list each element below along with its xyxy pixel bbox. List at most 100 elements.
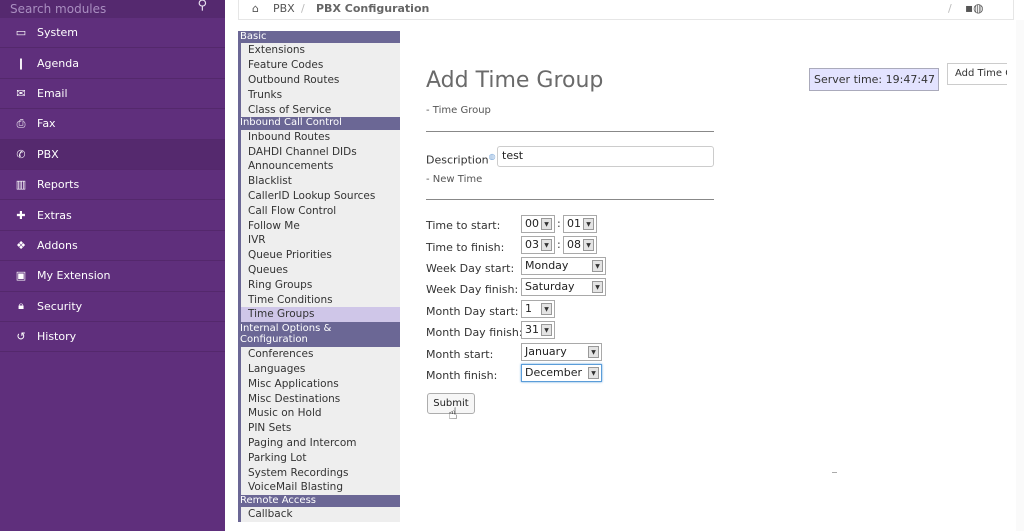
search-input[interactable]: Search modules — [10, 2, 106, 16]
submenu-item-trunks[interactable]: Trunks — [238, 87, 400, 103]
submenu-item-outbound-routes[interactable]: Outbound Routes — [238, 72, 400, 88]
weekday-finish-label: Week Day finish: — [426, 283, 519, 296]
nav-item-history[interactable]: ↺ History — [0, 321, 225, 353]
help-icon[interactable]: ◍ — [489, 152, 496, 161]
time-colon: : — [557, 238, 561, 251]
weekday-finish-value: Saturday — [525, 280, 575, 293]
main-sidebar: Search modules ⚲ ▭ System ❙ Agenda ✉ Email ⎙ Fa… — [0, 0, 225, 531]
weekday-start-label: Week Day start: — [426, 262, 515, 275]
page-title: Add Time Group — [426, 68, 604, 93]
chevron-down-icon: ▼ — [541, 303, 552, 315]
monthday-start-select[interactable]: 1 ▼ — [521, 300, 555, 318]
submenu-item-dahdi-channel-dids[interactable]: DAHDI Channel DIDs — [238, 144, 400, 160]
plus-icon: ✚ — [16, 208, 26, 222]
time-finish-hour-value: 03 — [525, 238, 539, 251]
nav-item-extras[interactable]: ✚ Extras — [0, 200, 225, 231]
submenu-item-languages[interactable]: Languages — [238, 361, 400, 377]
description-label: Description◍ — [426, 152, 496, 167]
nav-item-label: Fax — [37, 117, 56, 131]
nav-item-label: Security — [37, 299, 83, 313]
submenu-item-pin-sets[interactable]: PIN Sets — [238, 421, 400, 436]
nav-item-reports[interactable]: ▥ Reports — [0, 169, 225, 201]
submenu-item-feature-codes[interactable]: Feature Codes — [238, 58, 400, 73]
nav-item-pbx[interactable]: ✆ PBX — [0, 139, 225, 170]
submenu-item-callerid-lookup-sources[interactable]: CallerID Lookup Sources — [238, 188, 400, 204]
submenu-item-voicemail-blasting[interactable]: VoiceMail Blasting — [238, 480, 400, 496]
description-input[interactable]: test — [497, 146, 714, 167]
month-finish-select[interactable]: December ▼ — [521, 364, 602, 382]
chevron-down-icon: ▼ — [592, 260, 603, 272]
submenu-item-inbound-routes[interactable]: Inbound Routes — [238, 129, 400, 145]
time-start-hour-select[interactable]: 00 ▼ — [521, 215, 555, 233]
submenu-item-ivr[interactable]: IVR — [238, 233, 400, 249]
chevron-down-icon: ▼ — [583, 239, 594, 251]
module-submenu: Basic Extensions Feature Codes Outbound Rou… — [238, 31, 400, 523]
time-finish-hour-select[interactable]: 03 ▼ — [521, 236, 555, 254]
submenu-item-parking-lot[interactable]: Parking Lot — [238, 450, 400, 466]
laptop-icon: ▭ — [15, 26, 27, 40]
search-icon[interactable]: ⚲ — [197, 0, 207, 13]
submenu-item-queue-priorities[interactable]: Queue Priorities — [238, 248, 400, 263]
submenu-item-system-recordings[interactable]: System Recordings — [238, 465, 400, 481]
monthday-finish-label: Month Day finish: — [426, 326, 523, 339]
monthday-finish-value: 31 — [525, 323, 539, 336]
submenu-category: Remote Access — [238, 495, 400, 508]
submenu-item-ring-groups[interactable]: Ring Groups — [238, 277, 400, 293]
submenu-item-follow-me[interactable]: Follow Me — [238, 218, 400, 234]
submenu-category: Inbound Call Control — [238, 117, 400, 130]
nav-item-label: PBX — [37, 147, 59, 161]
monthday-start-value: 1 — [525, 302, 532, 315]
search-modules-field[interactable]: Search modules ⚲ — [0, 0, 225, 18]
month-start-select[interactable]: January ▼ — [521, 343, 602, 361]
nav-item-label: System — [37, 26, 79, 40]
chevron-down-icon: ▼ — [588, 367, 599, 379]
nav-item-fax[interactable]: ⎙ Fax — [0, 109, 225, 140]
chevron-down-icon: ▼ — [541, 239, 552, 251]
nav-item-my-extension[interactable]: ▣ My Extension — [0, 261, 225, 292]
time-finish-minute-select[interactable]: 08 ▼ — [563, 236, 597, 254]
submenu-item-callback[interactable]: Callback — [238, 507, 400, 523]
nav-item-label: Agenda — [37, 56, 79, 70]
submenu-item-paging-and-intercom[interactable]: Paging and Intercom — [238, 435, 400, 451]
submenu-category: Internal Options & Configuration — [238, 322, 400, 348]
add-time-group-tab[interactable]: Add Time Group — [947, 63, 1007, 85]
submenu-item-misc-applications[interactable]: Misc Applications — [238, 376, 400, 392]
nav-item-system[interactable]: ▭ System — [0, 18, 225, 49]
submenu-item-class-of-service[interactable]: Class of Service — [238, 102, 400, 118]
submenu-item-blacklist[interactable]: Blacklist — [238, 174, 400, 189]
month-start-value: January — [525, 345, 567, 358]
submenu-item-time-conditions[interactable]: Time Conditions — [238, 292, 400, 308]
submenu-item-announcements[interactable]: Announcements — [238, 159, 400, 175]
nav-item-label: Reports — [37, 178, 80, 192]
scrollbar[interactable] — [1016, 20, 1024, 531]
book-icon: ❙ — [16, 56, 26, 70]
month-start-label: Month start: — [426, 348, 494, 361]
nav-item-email[interactable]: ✉ Email — [0, 78, 225, 110]
nav-item-label: Addons — [37, 238, 78, 252]
nav-item-addons[interactable]: ❖ Addons — [0, 230, 225, 262]
nav-item-label: History — [37, 330, 77, 344]
help-tools-icons[interactable]: ▪◍ — [965, 1, 984, 15]
chevron-down-icon: ▼ — [588, 346, 599, 358]
home-icon[interactable]: ⌂ — [252, 2, 259, 15]
submenu-item-call-flow-control[interactable]: Call Flow Control — [238, 203, 400, 219]
submenu-item-queues[interactable]: Queues — [238, 262, 400, 278]
breadcrumb-pbx[interactable]: PBX — [273, 2, 295, 15]
weekday-start-select[interactable]: Monday ▼ — [521, 257, 606, 275]
submenu-item-extensions[interactable]: Extensions — [238, 43, 400, 59]
weekday-finish-select[interactable]: Saturday ▼ — [521, 278, 606, 296]
bar-chart-icon: ▥ — [15, 178, 27, 192]
month-finish-label: Month finish: — [426, 369, 498, 382]
toolbar-separator: / — [948, 2, 952, 15]
submenu-item-conferences[interactable]: Conferences — [238, 347, 400, 362]
time-start-minute-select[interactable]: 01 ▼ — [563, 215, 597, 233]
breadcrumb: ⌂ PBX / PBX Configuration / ▪◍ — [238, 0, 1014, 20]
nav-item-security[interactable]: 🔒︎ Security — [0, 291, 225, 322]
time-finish-label: Time to finish: — [426, 241, 505, 254]
submenu-item-time-groups[interactable]: Time Groups — [238, 307, 400, 323]
submenu-item-misc-destinations[interactable]: Misc Destinations — [238, 391, 400, 407]
monthday-finish-select[interactable]: 31 ▼ — [521, 321, 555, 339]
submenu-item-music-on-hold[interactable]: Music on Hold — [238, 406, 400, 422]
nav-item-agenda[interactable]: ❙ Agenda — [0, 48, 225, 79]
phone-icon: ✆ — [16, 147, 26, 161]
